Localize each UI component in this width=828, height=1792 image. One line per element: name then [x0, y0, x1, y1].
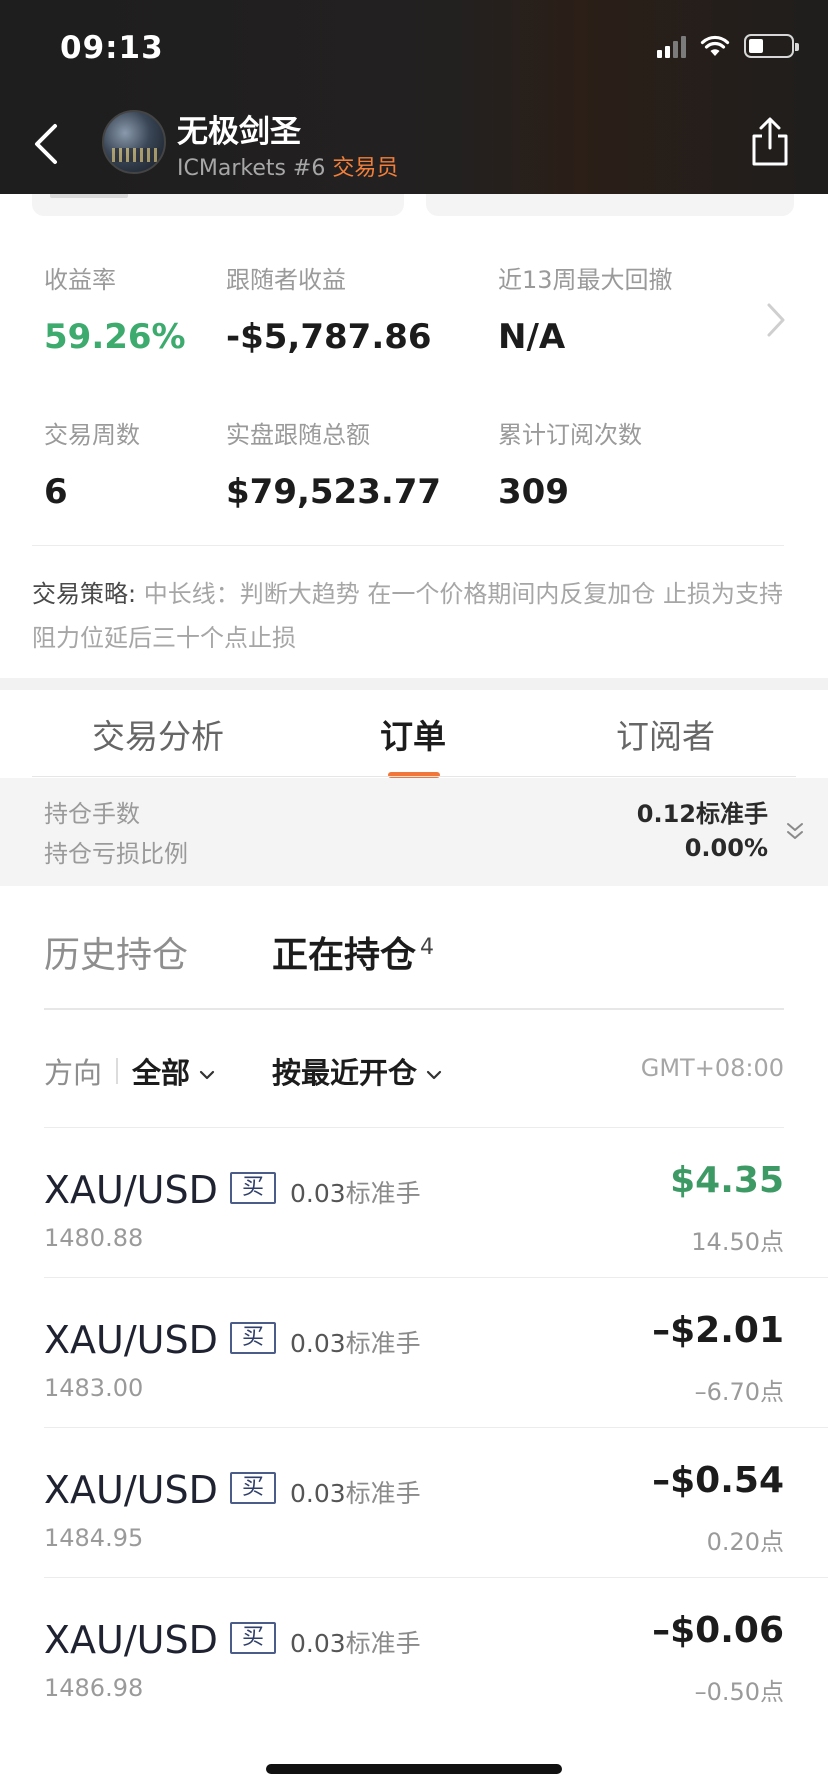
position-symbol: XAU/USD	[44, 1168, 218, 1212]
lots-label: 持仓手数	[44, 800, 140, 828]
main-tabs: 交易分析 订单 订阅者	[0, 690, 828, 778]
tab-open-positions[interactable]: 正在持仓 4	[272, 926, 434, 978]
tab-history-positions[interactable]: 历史持仓	[44, 926, 188, 978]
stat-value: N/A	[498, 317, 566, 357]
position-symbol: XAU/USD	[44, 1468, 218, 1512]
home-indicator[interactable]	[266, 1764, 562, 1774]
position-row[interactable]: XAU/USD 买 0.03标准手 1484.95 –$0.54 0.20点	[44, 1428, 828, 1578]
position-pnl: $4.35	[670, 1160, 784, 1201]
chevron-right-icon[interactable]	[764, 300, 788, 340]
tab-trade-analysis[interactable]: 交易分析	[92, 710, 224, 758]
stat-label: 跟随者收益	[226, 266, 346, 294]
broker-label: ICMarkets #6	[177, 156, 326, 181]
open-price: 1480.88	[44, 1224, 144, 1252]
open-price: 1484.95	[44, 1524, 144, 1552]
tab-subscribers[interactable]: 订阅者	[616, 710, 715, 758]
tab-orders[interactable]: 订单	[380, 710, 446, 758]
position-lots: 0.03标准手	[290, 1179, 421, 1208]
position-symbol: XAU/USD	[44, 1318, 218, 1362]
stat-trading-weeks: 交易周数 6	[44, 415, 140, 512]
divider	[32, 545, 784, 546]
profile-card-bottom-right	[426, 194, 794, 216]
side-badge: 买	[230, 1472, 276, 1504]
stat-label: 近13周最大回撤	[498, 266, 673, 294]
cellular-signal-icon	[657, 34, 686, 58]
section-gap	[0, 678, 828, 690]
share-button[interactable]	[748, 116, 792, 168]
role-label: 交易员	[332, 156, 399, 181]
stat-label: 实盘跟随总额	[226, 421, 370, 449]
sort-dropdown[interactable]: 按最近开仓	[272, 1050, 443, 1092]
filter-bar: 方向 全部 按最近开仓 GMT+08:00	[44, 1050, 784, 1094]
position-lots: 0.03标准手	[290, 1329, 421, 1358]
stat-label: 收益率	[44, 266, 116, 294]
strategy-label: 交易策略:	[32, 580, 137, 608]
trading-strategy: 交易策略: 中长线：判断大趋势 在一个价格期间内反复加仓 止损为支持阻力位延后三…	[32, 572, 792, 660]
position-pnl: –$2.01	[652, 1310, 784, 1351]
status-icons	[657, 34, 799, 58]
open-price: 1483.00	[44, 1374, 144, 1402]
trader-avatar[interactable]	[102, 110, 166, 174]
open-positions-count: 4	[420, 935, 435, 960]
open-price: 1486.98	[44, 1674, 144, 1702]
stat-max-drawdown: 近13周最大回撤 N/A	[498, 260, 673, 357]
stat-value: 6	[44, 472, 68, 512]
position-row[interactable]: XAU/USD 买 0.03标准手 1486.98 –$0.06 –0.50点	[44, 1578, 828, 1728]
direction-value: 全部	[132, 1056, 191, 1090]
double-chevron-down-icon[interactable]	[784, 820, 806, 844]
position-pnl: –$0.06	[652, 1610, 784, 1651]
trader-name: 无极剑圣	[177, 114, 301, 150]
loss-ratio-label: 持仓亏损比例	[44, 840, 188, 868]
side-badge: 买	[230, 1322, 276, 1354]
position-lots: 0.03标准手	[290, 1479, 421, 1508]
stat-label: 累计订阅次数	[498, 421, 642, 449]
direction-dropdown[interactable]: 全部	[132, 1050, 216, 1092]
app-header: 09:13 无极剑圣 ICMarkets #6 交易员	[0, 0, 828, 194]
position-summary[interactable]: 持仓手数 持仓亏损比例 0.12标准手 0.00%	[0, 778, 828, 886]
side-badge: 买	[230, 1172, 276, 1204]
stat-value: 59.26%	[44, 317, 186, 357]
stat-subscription-count: 累计订阅次数 309	[498, 415, 642, 512]
stat-value: -$5,787.86	[226, 317, 432, 357]
battery-icon	[744, 34, 799, 58]
chevron-down-icon	[426, 1070, 442, 1080]
position-lots: 0.03标准手	[290, 1629, 421, 1658]
strategy-text: 中长线：判断大趋势 在一个价格期间内反复加仓 止损为支持阻力位延后三十个点止损	[32, 580, 783, 652]
direction-label: 方向	[44, 1056, 103, 1090]
position-points: 14.50点	[691, 1228, 784, 1256]
stat-follower-profit: 跟随者收益 -$5,787.86	[226, 260, 432, 357]
divider	[44, 1008, 784, 1010]
wifi-icon	[700, 35, 730, 56]
open-positions-label: 正在持仓	[272, 935, 417, 976]
stat-return-rate: 收益率 59.26%	[44, 260, 186, 357]
chevron-left-icon	[35, 124, 57, 164]
stat-value: 309	[498, 472, 569, 512]
position-pnl: –$0.54	[652, 1460, 784, 1501]
side-badge: 买	[230, 1622, 276, 1654]
timezone-label: GMT+08:00	[640, 1054, 784, 1082]
lots-value: 0.12标准手	[636, 800, 768, 828]
position-row[interactable]: XAU/USD 买 0.03标准手 1480.88 $4.35 14.50点	[44, 1128, 828, 1278]
chevron-down-icon	[199, 1070, 215, 1080]
separator	[116, 1058, 118, 1084]
position-row[interactable]: XAU/USD 买 0.03标准手 1483.00 –$2.01 –6.70点	[44, 1278, 828, 1428]
position-points: –6.70点	[694, 1378, 784, 1406]
back-button[interactable]	[24, 116, 68, 172]
stat-label: 交易周数	[44, 421, 140, 449]
share-icon	[752, 117, 788, 166]
position-points: 0.20点	[706, 1528, 784, 1556]
position-points: –0.50点	[694, 1678, 784, 1706]
sort-value: 按最近开仓	[272, 1056, 418, 1090]
loss-ratio-value: 0.00%	[684, 834, 768, 862]
stat-total-follow-amount: 实盘跟随总额 $79,523.77	[226, 415, 441, 512]
stat-value: $79,523.77	[226, 472, 442, 512]
status-time: 09:13	[60, 30, 164, 66]
profile-card-bottom	[32, 194, 404, 216]
trader-subtitle: ICMarkets #6 交易员	[177, 150, 398, 182]
divider	[32, 776, 796, 777]
position-symbol: XAU/USD	[44, 1618, 218, 1662]
